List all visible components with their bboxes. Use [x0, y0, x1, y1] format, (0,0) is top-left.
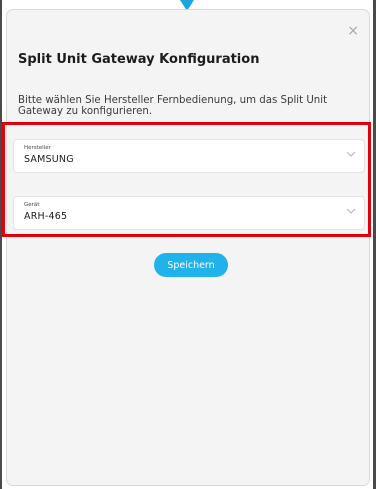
device-label: Gerät — [24, 202, 40, 208]
chevron-down-icon — [346, 208, 356, 214]
device-bezel-left — [0, 0, 2, 489]
save-button[interactable]: Speichern — [154, 253, 228, 277]
config-dialog: × Split Unit Gateway Konfiguration Bitte… — [7, 10, 369, 485]
manufacturer-label: Hersteller — [24, 145, 51, 151]
chevron-down-icon — [346, 151, 356, 157]
dialog-description: Bitte wählen Sie Hersteller Fernbedienun… — [18, 95, 328, 117]
dialog-title: Split Unit Gateway Konfiguration — [18, 52, 260, 67]
manufacturer-value: SAMSUNG — [24, 154, 74, 165]
device-select[interactable]: Gerät ARH-465 — [14, 197, 364, 229]
close-icon[interactable]: × — [347, 24, 359, 38]
screen: × Split Unit Gateway Konfiguration Bitte… — [0, 0, 376, 489]
device-value: ARH-465 — [24, 211, 68, 222]
manufacturer-select[interactable]: Hersteller SAMSUNG — [14, 140, 364, 172]
